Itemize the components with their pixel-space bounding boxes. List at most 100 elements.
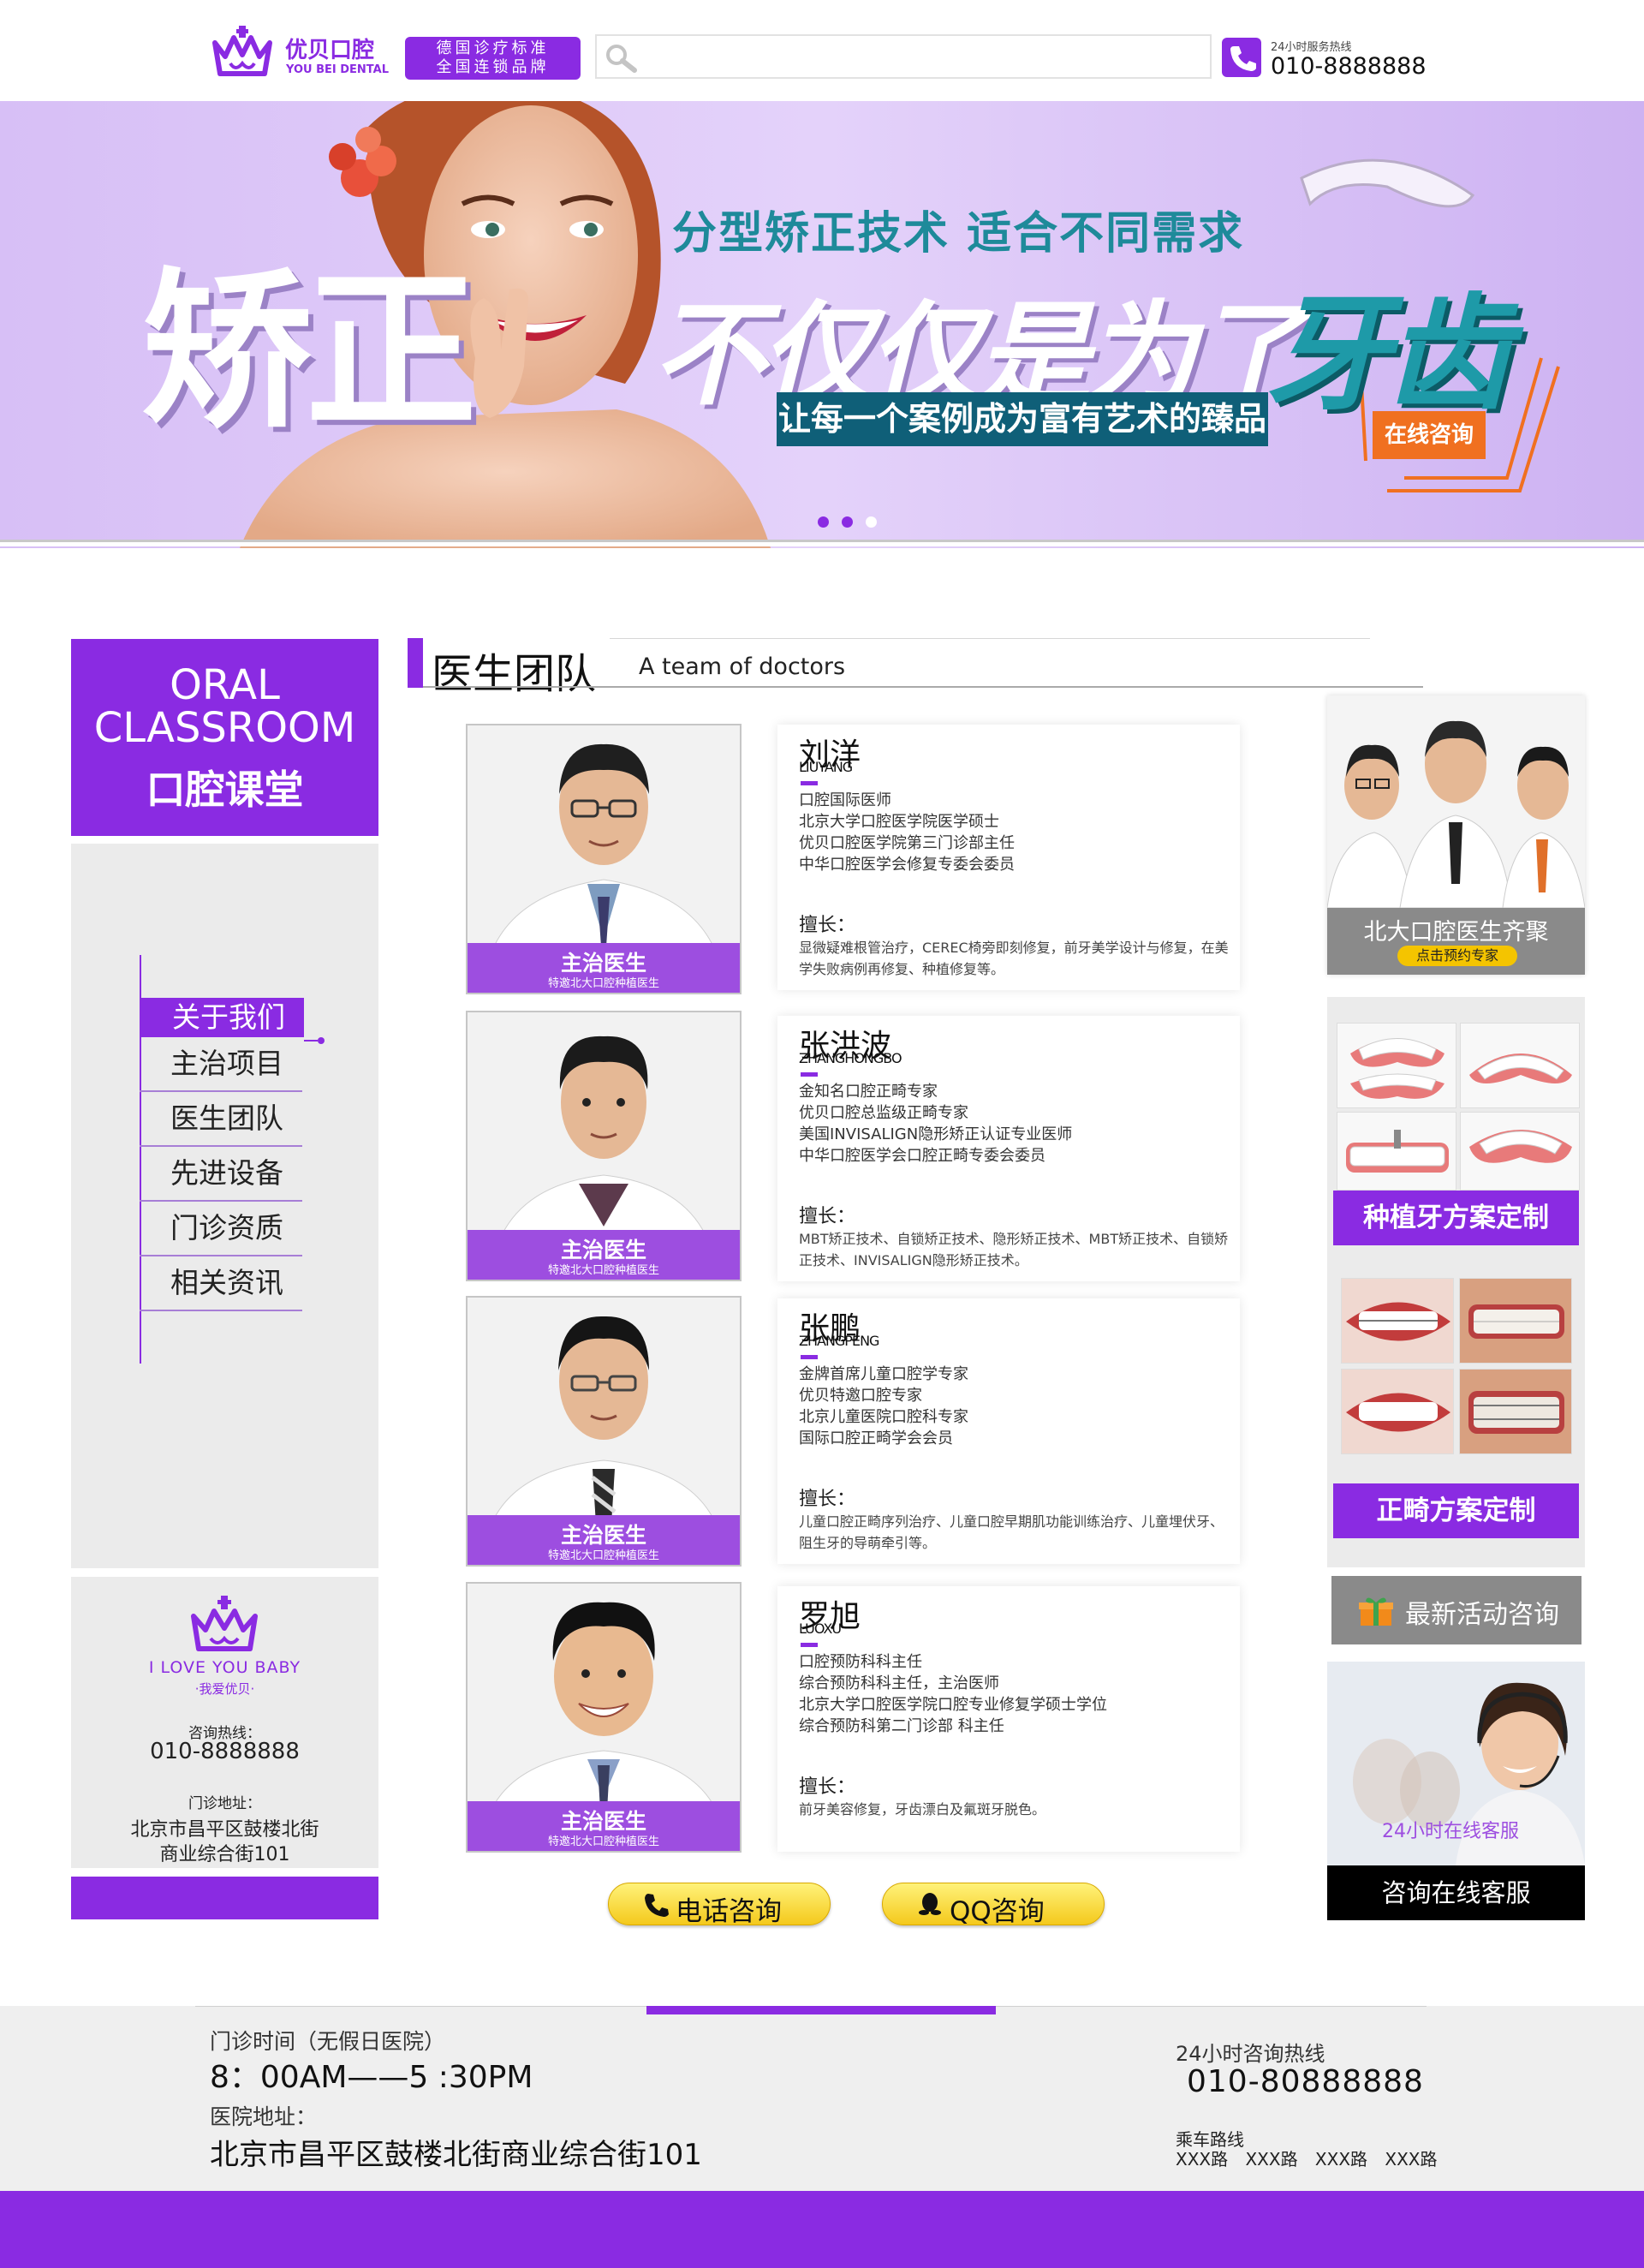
doctor-photo[interactable]: 主治医生 特邀北大口腔种植医生: [466, 724, 742, 994]
section-line-bottom: [423, 686, 1423, 688]
ortho-photo[interactable]: [1459, 1278, 1572, 1364]
carousel-dot-1[interactable]: [818, 516, 829, 528]
credential-line: 口腔预防科科主任: [799, 1653, 922, 1671]
doctor-pinyin: ZHANGHONGBO: [799, 1050, 902, 1066]
ortho-plan-button[interactable]: 正畸方案定制: [1333, 1483, 1579, 1538]
brand-slogan-badge: 德国诊疗标准 全国连锁品牌: [405, 37, 581, 80]
phone-consult-button[interactable]: 电话咨询: [608, 1883, 831, 1927]
expert-group-photo: [1327, 695, 1585, 909]
classroom-title-cn: 口腔课堂: [146, 767, 304, 813]
doctor-name-accent: [801, 1072, 818, 1077]
doctor-role-sub: 特邀北大口腔种植医生: [547, 977, 659, 990]
doctor-credentials: 口腔国际医师 北京大学口腔医学院医学硕士 优贝口腔医学院第三门诊部主任 中华口腔…: [799, 790, 1015, 875]
implant-photo[interactable]: [1337, 1112, 1456, 1191]
ortho-photo[interactable]: [1341, 1369, 1454, 1454]
doctor-card[interactable]: 张洪波 ZHANGHONGBO 金知名口腔正畸专家 优贝口腔总监级正畸专家 美国…: [777, 1016, 1240, 1281]
sidebar-item-equipment[interactable]: 先进设备: [140, 1147, 302, 1202]
doctor-pinyin: LUOXU: [799, 1620, 842, 1637]
section-subtitle: A team of doctors: [639, 654, 846, 680]
credential-line: 美国INVISALIGN隐形矫正认证专业医师: [799, 1125, 1073, 1143]
doctor-skill-label: 擅长：: [799, 1206, 856, 1227]
credential-line: 北京大学口腔医学院口腔专业修复学硕士学位: [799, 1696, 1107, 1714]
doctor-role: 主治医生: [560, 1809, 646, 1834]
doctor-card[interactable]: 罗旭 LUOXU 口腔预防科科主任 综合预防科科主任，主治医师 北京大学口腔医学…: [777, 1586, 1240, 1852]
doctor-pinyin: ZHANGPENG: [799, 1333, 879, 1349]
sidebar-item-treatments[interactable]: 主治项目: [140, 1037, 302, 1092]
doctor-role: 主治医生: [560, 951, 646, 976]
credential-line: 金牌首席儿童口腔学专家: [799, 1365, 968, 1383]
search-icon[interactable]: [604, 43, 638, 74]
doctor-photo[interactable]: 主治医生 特邀北大口腔种植医生: [466, 1582, 742, 1853]
sidebar-item-news[interactable]: 相关资讯: [140, 1256, 302, 1311]
online-consult-button[interactable]: 在线咨询: [1373, 411, 1486, 459]
site-footer: 门诊时间（无假日医院） 8：00AM——5 :30PM 医院地址： 北京市昌平区…: [0, 2006, 1644, 2191]
footer-hotline-label: 24小时咨询热线: [1176, 2042, 1325, 2066]
qq-consult-button[interactable]: QQ咨询: [882, 1883, 1105, 1927]
sidebar-nav: 关于我们 主治项目 医生团队 先进设备 门诊资质 相关资讯: [71, 844, 378, 1568]
sidebar-item-about[interactable]: 关于我们: [141, 998, 304, 1037]
credential-line: 优贝特邀口腔专家: [799, 1387, 922, 1405]
search-input[interactable]: [595, 34, 1212, 79]
qq-penguin-icon: [919, 1893, 941, 1915]
online-service-button[interactable]: 咨询在线客服: [1327, 1865, 1585, 1920]
ortho-photo[interactable]: [1459, 1369, 1572, 1454]
hotline-number[interactable]: 010-8888888: [1271, 53, 1427, 80]
doctor-role-sub: 特邀北大口腔种植医生: [547, 1835, 659, 1848]
carousel-dot-2[interactable]: [842, 516, 853, 528]
section-title: 医生团队: [432, 650, 597, 698]
implant-photo[interactable]: [1337, 1023, 1456, 1108]
doctor-card[interactable]: 张鹏 ZHANGPENG 金牌首席儿童口腔学专家 优贝特邀口腔专家 北京儿童医院…: [777, 1298, 1240, 1564]
doctor-role: 主治医生: [560, 1238, 646, 1262]
contact-hotline[interactable]: 010-8888888: [71, 1739, 378, 1764]
doctor-skill: 儿童口腔正畸序列治疗、儿童口腔早期肌功能训练治疗、儿童埋伏牙、阻生牙的导萌牵引等…: [799, 1513, 1224, 1551]
doctor-card[interactable]: 刘洋 LIUYANG 口腔国际医师 北京大学口腔医学院医学硕士 优贝口腔医学院第…: [777, 725, 1240, 990]
ortho-photo[interactable]: [1341, 1278, 1454, 1364]
qq-consult-label: QQ咨询: [950, 1896, 1045, 1927]
oral-classroom-block: ORAL CLASSROOM 口腔课堂: [71, 639, 378, 836]
doctor-skill-label: 擅长：: [799, 1489, 856, 1510]
book-expert-button[interactable]: 点击预约专家: [1397, 946, 1517, 966]
doctor-name-accent: [801, 1355, 818, 1359]
clinic-hours-label: 门诊时间（无假日医院）: [210, 2029, 446, 2054]
hospital-address-label: 医院地址：: [210, 2104, 318, 2129]
implant-photo[interactable]: [1460, 1023, 1580, 1108]
carousel-dot-3-active[interactable]: [866, 516, 877, 528]
credential-line: 优贝口腔医学院第三门诊部主任: [799, 834, 1015, 852]
contact-address-line-1: 北京市昌平区鼓楼北街: [130, 1819, 319, 1841]
logo-chinese-name: 优贝口腔: [285, 38, 375, 63]
section-accent-bar: [408, 638, 423, 688]
banner-headline-accent: 牙齿: [1266, 282, 1510, 427]
expert-group-caption: 北大口腔医生齐聚 点击预约专家: [1327, 908, 1585, 975]
doctor-photo[interactable]: 主治医生 特邀北大口腔种植医生: [466, 1011, 742, 1281]
sidebar-item-doctors[interactable]: 医生团队: [140, 1092, 302, 1147]
slogan-line-2: 全国连锁品牌: [436, 58, 550, 76]
active-dot: [318, 1037, 325, 1044]
phone-icon: [1222, 38, 1261, 77]
classroom-title-en-1: ORAL: [170, 661, 280, 709]
brand-logo[interactable]: 优贝口腔 YOU BEI DENTAL: [208, 26, 390, 82]
implant-photo[interactable]: [1460, 1112, 1580, 1191]
section-header: 医生团队 A team of doctors: [408, 638, 1423, 698]
footer-bottom-bar: [0, 2191, 1644, 2268]
implant-plan-button[interactable]: 种植牙方案定制: [1333, 1191, 1579, 1245]
doctor-caption: 主治医生 特邀北大口腔种植医生: [468, 1230, 740, 1280]
online-service-card[interactable]: 24小时在线客服 咨询在线客服: [1327, 1662, 1585, 1920]
hero-banner[interactable]: 矫正 分型矫正技术 适合不同需求 不仅仅是为了 牙齿 让每一个案例成为富有艺术的…: [0, 101, 1644, 548]
contact-address-line-2: 商业综合街101: [159, 1844, 290, 1865]
clinic-hours: 8：00AM——5 :30PM: [210, 2060, 533, 2095]
hotline-label: 24小时服务热线: [1271, 41, 1352, 54]
credential-line: 中华口腔医学会口腔正畸专委会委员: [799, 1147, 1045, 1165]
doctor-name-accent: [801, 1643, 818, 1647]
footer-hotline[interactable]: 010-80888888: [1187, 2064, 1424, 2099]
doctor-photo[interactable]: 主治医生 特邀北大口腔种植医生: [466, 1296, 742, 1567]
gift-icon: [1359, 1597, 1393, 1626]
latest-events-label: 最新活动咨询: [1405, 1600, 1559, 1630]
sidebar-item-qualifications[interactable]: 门诊资质: [140, 1202, 302, 1256]
crown-logo-icon: [212, 26, 272, 76]
latest-events-button[interactable]: 最新活动咨询: [1331, 1576, 1581, 1644]
expert-group-card[interactable]: 北大口腔医生齐聚 点击预约专家: [1327, 695, 1585, 975]
carousel-dots: [818, 516, 878, 530]
doctor-skill: 前牙美容修复，牙齿漂白及氟斑牙脱色。: [799, 1801, 1046, 1817]
doctor-role-sub: 特邀北大口腔种植医生: [547, 1549, 659, 1562]
doctor-credentials: 金牌首席儿童口腔学专家 优贝特邀口腔专家 北京儿童医院口腔科专家 国际口腔正畸学…: [799, 1364, 968, 1449]
